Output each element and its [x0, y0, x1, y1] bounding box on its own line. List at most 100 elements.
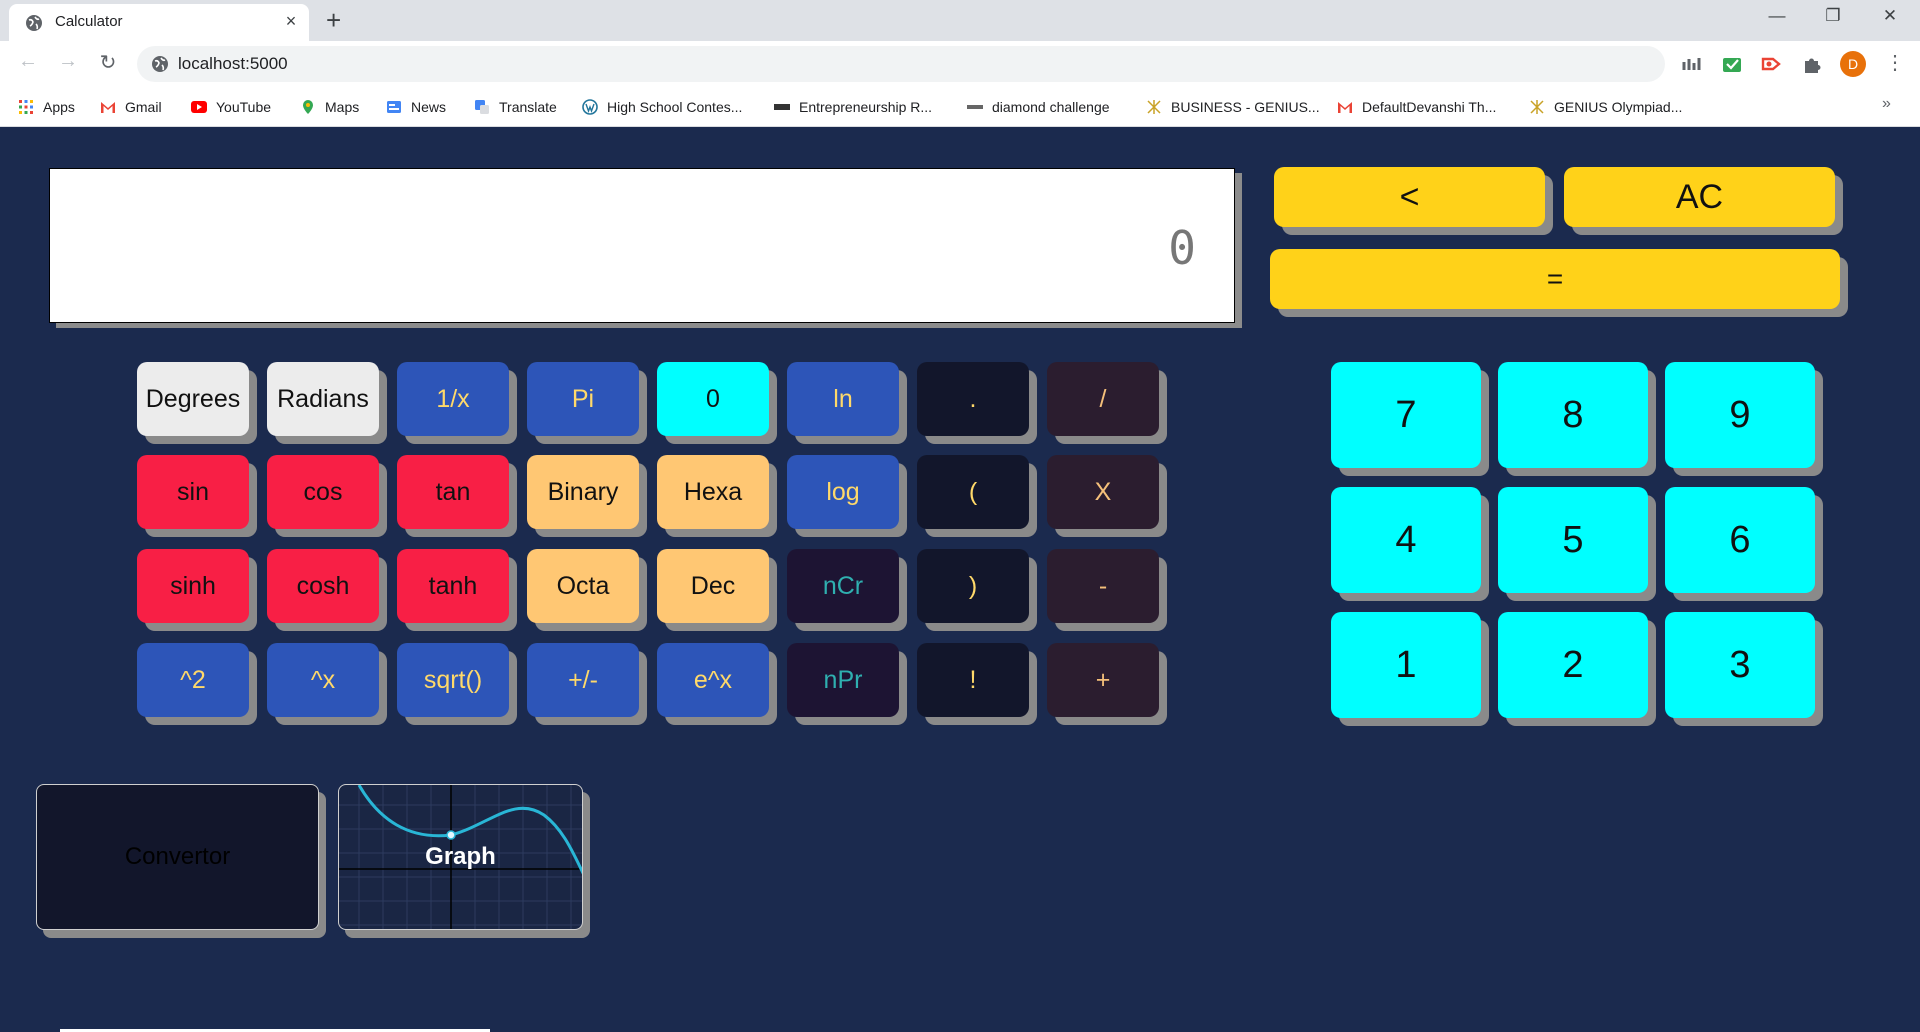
bookmark-apps[interactable]: Apps [18, 95, 75, 119]
sin-button[interactable]: sin [137, 455, 249, 529]
convertor-label: Convertor [124, 843, 231, 870]
bookmark-youtube[interactable]: YouTube [191, 95, 271, 119]
digit-8-button[interactable]: 8 [1498, 362, 1648, 468]
ln-button[interactable]: ln [787, 362, 899, 436]
convertor-card[interactable]: Convertor [36, 784, 319, 930]
degrees-button[interactable]: Degrees [137, 362, 249, 436]
bookmark-label: DefaultDevanshi Th... [1362, 99, 1497, 115]
digit-7-button[interactable]: 7 [1331, 362, 1481, 468]
bookmark-gmail[interactable]: Gmail [100, 95, 162, 119]
bookmark-label: Translate [499, 99, 557, 115]
ncr-button[interactable]: nCr [787, 549, 899, 623]
open-paren-button[interactable]: ( [917, 455, 1029, 529]
tanh-button[interactable]: tanh [397, 549, 509, 623]
calculator-display: 0 [49, 168, 1235, 323]
maximize-button[interactable]: ❐ [1813, 6, 1853, 26]
display-value: 0 [1168, 221, 1196, 275]
zero-button[interactable]: 0 [657, 362, 769, 436]
puzzle-extensions-icon[interactable] [1800, 52, 1824, 76]
bookmarks-overflow-icon[interactable]: » [1882, 95, 1891, 113]
sinh-button[interactable]: sinh [137, 549, 249, 623]
wordpress-icon [582, 99, 598, 115]
profile-avatar[interactable]: D [1840, 51, 1866, 77]
graph-card[interactable]: Graph [338, 784, 583, 930]
cosh-button[interactable]: cosh [267, 549, 379, 623]
gmail-icon [1338, 102, 1352, 113]
globe-icon [152, 56, 168, 72]
cos-button[interactable]: cos [267, 455, 379, 529]
forward-button[interactable]: → [54, 50, 82, 73]
digit-6-button[interactable]: 6 [1665, 487, 1815, 593]
browser-tab[interactable]: Calculator × [9, 4, 309, 41]
divide-button[interactable]: / [1047, 362, 1159, 436]
bookmark-maps[interactable]: Maps [300, 95, 359, 119]
bookmark-label: Apps [43, 99, 75, 115]
genius-icon [1530, 100, 1544, 114]
negate-button[interactable]: +/- [527, 643, 639, 717]
maps-pin-icon [303, 100, 313, 114]
hexa-button[interactable]: Hexa [657, 455, 769, 529]
bookmark-business-genius[interactable]: BUSINESS - GENIUS... [1146, 95, 1320, 119]
bookmark-label: BUSINESS - GENIUS... [1171, 99, 1320, 115]
digit-9-button[interactable]: 9 [1665, 362, 1815, 468]
bookmark-genius-olympiad[interactable]: GENIUS Olympiad... [1529, 95, 1682, 119]
digit-2-button[interactable]: 2 [1498, 612, 1648, 718]
square-button[interactable]: ^2 [137, 643, 249, 717]
bookmark-entrepreneurship[interactable]: Entrepreneurship R... [774, 95, 932, 119]
digit-4-button[interactable]: 4 [1331, 487, 1481, 593]
gmail-icon [101, 102, 115, 113]
digit-3-button[interactable]: 3 [1665, 612, 1815, 718]
bookmark-translate[interactable]: Translate [474, 95, 557, 119]
bookmarks-bar: Apps Gmail YouTube Maps News Translate H… [0, 87, 1920, 127]
close-paren-button[interactable]: ) [917, 549, 1029, 623]
dec-button[interactable]: Dec [657, 549, 769, 623]
record-extension-icon[interactable] [1759, 52, 1783, 76]
npr-button[interactable]: nPr [787, 643, 899, 717]
browser-menu-icon[interactable]: ⋮ [1885, 50, 1905, 75]
add-button[interactable]: + [1047, 643, 1159, 717]
tan-button[interactable]: tan [397, 455, 509, 529]
log-button[interactable]: log [787, 455, 899, 529]
digit-1-button[interactable]: 1 [1331, 612, 1481, 718]
analytics-extension-icon[interactable] [1681, 52, 1705, 76]
octa-button[interactable]: Octa [527, 549, 639, 623]
clear-all-button[interactable]: AC [1564, 167, 1835, 227]
news-icon [387, 101, 401, 113]
back-button[interactable]: ← [14, 50, 42, 73]
graph-label: Graph [425, 843, 496, 870]
digit-5-button[interactable]: 5 [1498, 487, 1648, 593]
backspace-button[interactable]: < [1274, 167, 1545, 227]
bookmark-label: High School Contes... [607, 99, 743, 115]
new-tab-button[interactable]: + [326, 6, 341, 34]
bookmark-defaultdevanshi[interactable]: DefaultDevanshi Th... [1337, 95, 1496, 119]
multiply-button[interactable]: X [1047, 455, 1159, 529]
bookmark-news[interactable]: News [386, 95, 446, 119]
decimal-point-button[interactable]: . [917, 362, 1029, 436]
tab-close-icon[interactable]: × [281, 11, 301, 32]
address-bar[interactable]: localhost:5000 [137, 46, 1665, 82]
factorial-button[interactable]: ! [917, 643, 1029, 717]
tab-strip: Calculator × + — ❐ ✕ [0, 0, 1920, 41]
tab-title: Calculator [55, 13, 123, 30]
bookmark-diamond-challenge[interactable]: diamond challenge [967, 95, 1110, 119]
equals-button[interactable]: = [1270, 249, 1840, 309]
bookmark-high-school[interactable]: High School Contes... [582, 95, 742, 119]
site-icon [967, 105, 983, 109]
subtract-button[interactable]: - [1047, 549, 1159, 623]
minimize-button[interactable]: — [1757, 6, 1797, 26]
bookmark-label: GENIUS Olympiad... [1554, 99, 1683, 115]
site-icon [774, 104, 790, 110]
binary-button[interactable]: Binary [527, 455, 639, 529]
task-extension-icon[interactable] [1720, 52, 1744, 76]
bookmark-label: News [411, 99, 447, 115]
pi-button[interactable]: Pi [527, 362, 639, 436]
close-window-button[interactable]: ✕ [1870, 6, 1910, 26]
exp-button[interactable]: e^x [657, 643, 769, 717]
radians-button[interactable]: Radians [267, 362, 379, 436]
reciprocal-button[interactable]: 1/x [397, 362, 509, 436]
bookmark-label: YouTube [216, 99, 272, 115]
bookmark-label: Maps [325, 99, 360, 115]
power-button[interactable]: ^x [267, 643, 379, 717]
sqrt-button[interactable]: sqrt() [397, 643, 509, 717]
reload-button[interactable]: ↻ [94, 50, 122, 75]
